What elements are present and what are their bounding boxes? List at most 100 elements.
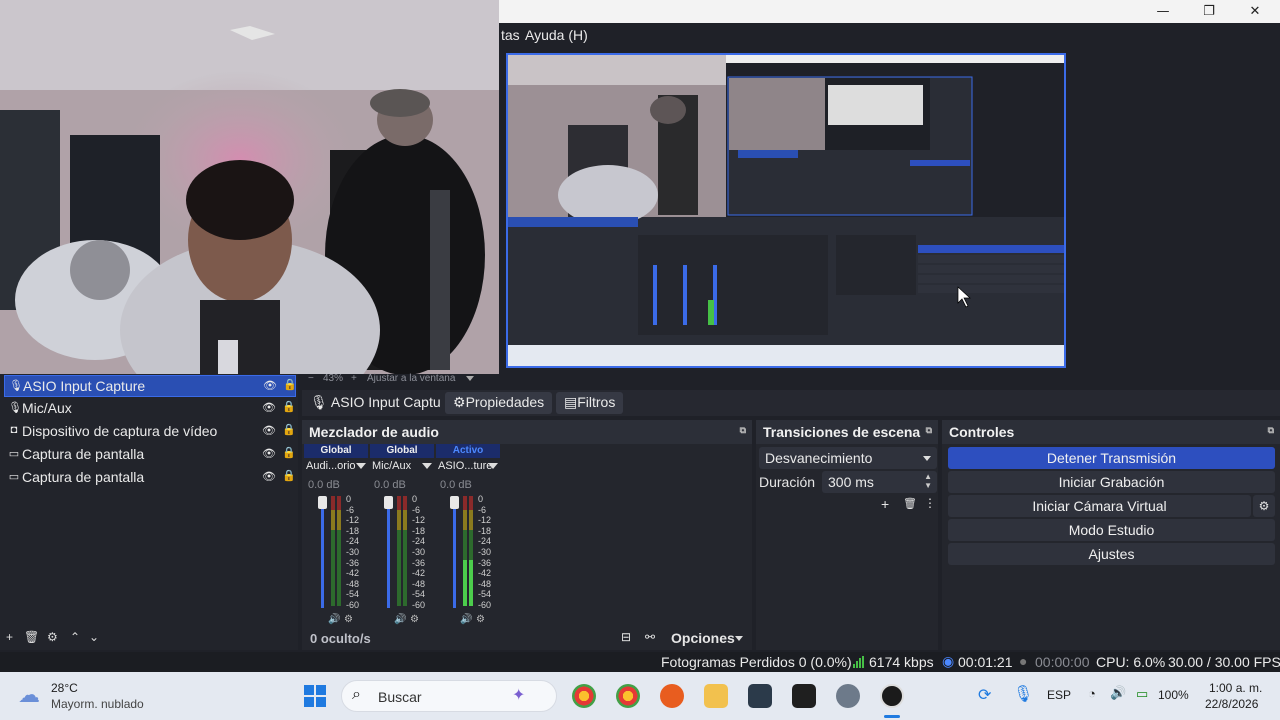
- microphone-icon[interactable]: 🎙: [1013, 684, 1033, 704]
- source-item[interactable]: ▭ Captura de pantalla 👁 🔒: [4, 467, 296, 489]
- undock-icon[interactable]: ⧉: [740, 425, 746, 436]
- gear-icon[interactable]: ⚙: [47, 630, 58, 644]
- add-icon[interactable]: +: [881, 496, 889, 512]
- lock-icon[interactable]: 🔒: [283, 378, 297, 391]
- folder-icon[interactable]: [704, 684, 728, 708]
- speaker-icon[interactable]: 🔊: [460, 614, 472, 625]
- channel-volume-db: 0.0 dB: [440, 479, 472, 491]
- menu-tools[interactable]: tas: [501, 27, 520, 43]
- gear-icon[interactable]: ⚙: [1253, 495, 1275, 517]
- obs-icon[interactable]: [880, 684, 904, 708]
- trash-icon[interactable]: 🗑: [24, 630, 39, 644]
- virtual-camera-button[interactable]: Iniciar Cámara Virtual: [948, 495, 1251, 517]
- battery-level[interactable]: 100%: [1158, 688, 1189, 702]
- lock-icon[interactable]: 🔒: [282, 400, 296, 413]
- app-icon[interactable]: [748, 684, 772, 708]
- chevron-down-icon[interactable]: [488, 463, 498, 469]
- speaker-icon[interactable]: 🔊: [394, 614, 406, 625]
- sources-toolbar: + 🗑 ⚙ ⌃ ⌄: [0, 629, 298, 649]
- eye-icon[interactable]: 👁: [262, 470, 276, 483]
- duration-input[interactable]: 300 ms ▲ ▼: [822, 471, 937, 493]
- taskbar-search[interactable]: ⌕ Buscar ✦: [341, 680, 557, 712]
- volume-slider[interactable]: [387, 496, 390, 608]
- settings-button[interactable]: Ajustes: [948, 543, 1275, 565]
- bitrate: 6174 kbps: [869, 654, 934, 670]
- sync-icon[interactable]: ⟳: [978, 685, 991, 705]
- stop-stream-button[interactable]: Detener Transmisión: [948, 447, 1275, 469]
- eye-icon[interactable]: 👁: [263, 379, 277, 392]
- transition-select[interactable]: Desvanecimiento: [759, 447, 937, 469]
- eye-icon[interactable]: 👁: [262, 447, 276, 460]
- mixer-header: Mezclador de audio ⧉: [302, 420, 752, 444]
- sources-panel: 🎙 ASIO Input Capture 👁 🔒 🎙 Mic/Aux 👁 🔒 ◘…: [0, 374, 298, 650]
- scale-tick: -18: [478, 525, 492, 536]
- settings-app-icon[interactable]: [836, 684, 860, 708]
- link-icon[interactable]: ⚯: [645, 630, 655, 644]
- properties-button[interactable]: ⚙Propiedades: [445, 392, 553, 414]
- volume-slider[interactable]: [321, 496, 324, 608]
- fit-window-button[interactable]: Ajustar a la ventana: [367, 373, 455, 384]
- source-item[interactable]: 🎙 Mic/Aux 👁 🔒: [4, 398, 296, 420]
- add-icon[interactable]: +: [6, 630, 13, 644]
- zoom-out-button[interactable]: −: [308, 373, 314, 384]
- trash-icon[interactable]: 🗑: [903, 497, 917, 510]
- meter-segment: [397, 496, 401, 510]
- gear-icon: ⚙: [453, 394, 466, 410]
- chevron-down-icon[interactable]: [356, 463, 366, 469]
- filters-button[interactable]: ▤Filtros: [556, 392, 624, 414]
- source-label: Dispositivo de captura de vídeo: [22, 423, 218, 439]
- eye-icon[interactable]: 👁: [262, 401, 276, 414]
- chevron-down-icon[interactable]: [466, 376, 474, 381]
- spinner-icon[interactable]: ▲ ▼: [924, 472, 932, 490]
- eye-icon[interactable]: 👁: [262, 424, 276, 437]
- source-item[interactable]: ▭ Captura de pantalla 👁 🔒: [4, 444, 296, 466]
- start-recording-button[interactable]: Iniciar Grabación: [948, 471, 1275, 493]
- menu-help[interactable]: Ayuda (H): [525, 27, 588, 43]
- scale-tick: -6: [478, 504, 487, 515]
- undock-icon[interactable]: ⧉: [926, 425, 932, 436]
- meter-segment: [403, 496, 407, 510]
- lock-icon[interactable]: 🔒: [282, 423, 296, 436]
- speaker-icon[interactable]: 🔊: [328, 614, 340, 625]
- clock-date[interactable]: 22/8/2026: [1205, 697, 1258, 711]
- volume-slider-handle[interactable]: [318, 496, 327, 509]
- windows-start-icon[interactable]: [303, 684, 327, 708]
- studio-mode-button[interactable]: Modo Estudio: [948, 519, 1275, 541]
- chrome-profile-icon[interactable]: [616, 684, 640, 708]
- fl-studio-icon[interactable]: [660, 684, 684, 708]
- gear-icon[interactable]: ⚙: [344, 614, 353, 625]
- chevron-up-icon[interactable]: ⌃: [70, 630, 80, 644]
- layout-icon[interactable]: ⊟: [621, 630, 631, 644]
- lock-icon[interactable]: 🔒: [282, 446, 296, 459]
- undock-icon[interactable]: ⧉: [1268, 425, 1274, 436]
- chevron-down-icon[interactable]: [735, 636, 743, 641]
- battery-icon[interactable]: ▭: [1136, 686, 1148, 702]
- volume-slider-handle[interactable]: [450, 496, 459, 509]
- source-item[interactable]: ◘ Dispositivo de captura de vídeo 👁 🔒: [4, 421, 296, 443]
- language-indicator[interactable]: ESP: [1047, 688, 1071, 702]
- meter-level: [469, 560, 473, 606]
- zoom-in-button[interactable]: +: [351, 373, 357, 384]
- weather-desc[interactable]: Mayorm. nublado: [51, 697, 144, 711]
- clock-time[interactable]: 1:00 a. m.: [1209, 681, 1262, 695]
- source-item[interactable]: 🎙 ASIO Input Capture 👁 🔒: [4, 375, 297, 397]
- gear-icon[interactable]: ⚙: [410, 614, 419, 625]
- options-button[interactable]: Opciones: [671, 630, 735, 646]
- volume-icon[interactable]: 🔊: [1110, 685, 1126, 701]
- minimize-button[interactable]: —: [1140, 0, 1186, 23]
- program-preview[interactable]: [506, 53, 1066, 368]
- more-icon[interactable]: ⋮: [924, 496, 936, 510]
- maximize-button[interactable]: ❐: [1186, 0, 1232, 23]
- wifi-icon[interactable]: ◔: [1088, 686, 1096, 701]
- weather-temp[interactable]: 28°C: [51, 681, 78, 695]
- chevron-down-icon[interactable]: [422, 463, 432, 469]
- chrome-icon[interactable]: [572, 684, 596, 708]
- weather-icon[interactable]: ☁: [18, 682, 40, 708]
- volume-slider[interactable]: [453, 496, 456, 608]
- close-button[interactable]: ✕: [1232, 0, 1278, 23]
- chevron-down-icon[interactable]: ⌄: [89, 630, 99, 644]
- lock-icon[interactable]: 🔒: [282, 469, 296, 482]
- gear-icon[interactable]: ⚙: [476, 614, 485, 625]
- capcut-icon[interactable]: [792, 684, 816, 708]
- volume-slider-handle[interactable]: [384, 496, 393, 509]
